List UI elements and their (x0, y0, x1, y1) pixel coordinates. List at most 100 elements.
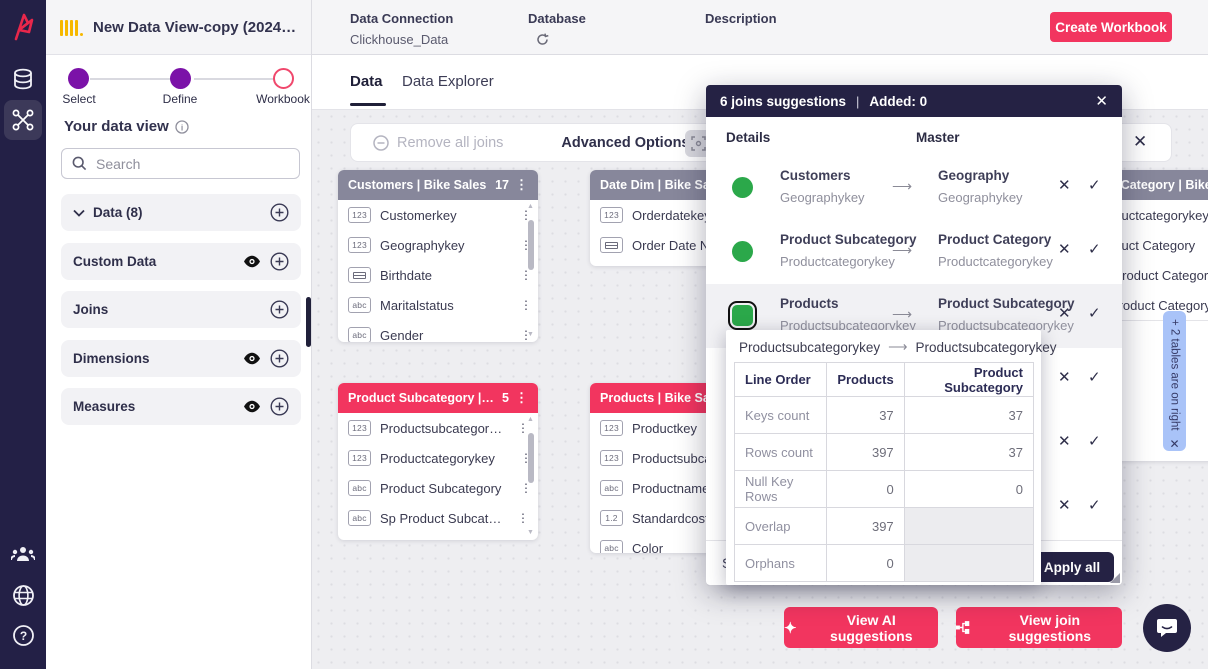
tables-overflow-tag[interactable]: + 2 tables are on right ✕ (1163, 311, 1186, 451)
number-type-icon: 123 (600, 450, 623, 466)
panel-item-label: Joins (73, 302, 262, 317)
field-row[interactable]: abcFr Product Subcategory⋮ (338, 533, 538, 540)
accept-join-icon[interactable]: ✓ (1088, 240, 1101, 258)
refresh-icon[interactable] (536, 33, 549, 46)
table-card-customers[interactable]: Customers | Bike Sales 17 ⋮ 123Customerk… (338, 170, 538, 342)
accept-join-icon[interactable]: ✓ (1088, 176, 1101, 194)
field-row[interactable]: abcSp Product Subcategory⋮ (338, 503, 538, 533)
field-row[interactable]: abcMaritalstatus⋮ (338, 290, 538, 320)
toolbar-close-button[interactable]: ✕ (1133, 132, 1147, 152)
visibility-icon[interactable] (243, 255, 261, 268)
add-icon[interactable] (270, 397, 289, 416)
step-select-label: Select (62, 92, 95, 106)
chevron-down-icon (73, 209, 85, 217)
step-workbook-dot[interactable] (273, 68, 294, 89)
join-suggestion-row[interactable]: Customers Geographykey ⟶ Geography Geogr… (706, 156, 1122, 220)
number-type-icon: 123 (348, 207, 371, 223)
reject-join-icon[interactable]: ✕ (1058, 496, 1071, 514)
text-type-icon: abc (600, 480, 623, 496)
help-icon[interactable]: ? (0, 624, 46, 647)
card-scrollbar[interactable]: ▲▼ (524, 415, 537, 538)
scroll-down-icon[interactable]: ▼ (527, 528, 534, 538)
field-count: 17 (495, 178, 509, 192)
database-label: Database (528, 11, 586, 26)
field-row[interactable]: 123Geographykey⋮ (338, 230, 538, 260)
svg-text:?: ? (19, 629, 26, 643)
kebab-icon[interactable]: ⋮ (515, 177, 528, 193)
visibility-icon[interactable] (243, 352, 261, 365)
modal-resize-handle[interactable] (1110, 573, 1120, 583)
join-status-dot-focused[interactable] (732, 305, 753, 326)
panel-item-custom-data[interactable]: Custom Data (61, 243, 301, 280)
dataview-panel: New Data View-copy (2024… Select Define … (46, 0, 312, 669)
table-card-header[interactable]: Customers | Bike Sales 17 ⋮ (338, 170, 538, 200)
join-stats-tooltip: Productsubcategorykey ⟶ Productsubcatego… (726, 330, 1041, 585)
globe-icon[interactable] (0, 584, 46, 607)
table-card-product-subcategory[interactable]: Product Subcategory | Bike Sales 5 ⋮ 123… (338, 383, 538, 540)
field-row[interactable]: abcGender⋮ (338, 320, 538, 342)
field-row[interactable]: 123Productcategorykey⋮ (338, 443, 538, 473)
modal-header[interactable]: 6 joins suggestions | Added: 0 ✕ (706, 85, 1122, 117)
field-row[interactable]: Birthdate⋮ (338, 260, 538, 290)
scroll-up-icon[interactable]: ▲ (527, 415, 534, 425)
overflow-tag-close-icon[interactable]: ✕ (1169, 437, 1179, 451)
tab-underline (350, 103, 386, 106)
panel-item-data[interactable]: Data (8) (61, 194, 301, 231)
add-icon[interactable] (270, 349, 289, 368)
description-label: Description (705, 11, 777, 26)
scroll-thumb[interactable] (528, 433, 534, 483)
field-row[interactable]: 123Customerkey⋮ (338, 200, 538, 230)
tab-data[interactable]: Data (350, 73, 383, 90)
visibility-icon[interactable] (243, 400, 261, 413)
join-suggestion-row[interactable]: Product Subcategory Productcategorykey ⟶… (706, 220, 1122, 284)
panel-item-joins[interactable]: Joins (61, 291, 301, 328)
chat-bubble-button[interactable] (1143, 604, 1191, 652)
advanced-options-button[interactable]: Advanced Options ▾ (561, 135, 701, 151)
reject-join-icon[interactable]: ✕ (1058, 304, 1071, 322)
master-key: Productcategorykey (938, 254, 1053, 269)
table-card-header[interactable]: Product Subcategory | Bike Sales 5 ⋮ (338, 383, 538, 413)
add-icon[interactable] (270, 252, 289, 271)
create-workbook-button[interactable]: Create Workbook (1050, 12, 1172, 42)
accept-join-icon[interactable]: ✓ (1088, 432, 1101, 450)
scroll-up-icon[interactable]: ▲ (527, 202, 534, 212)
stats-row: Keys count 37 37 (735, 397, 1034, 434)
step-select-dot[interactable] (68, 68, 89, 89)
reject-join-icon[interactable]: ✕ (1058, 432, 1071, 450)
reject-join-icon[interactable]: ✕ (1058, 176, 1071, 194)
panel-item-label: Custom Data (73, 254, 235, 269)
chat-icon (1156, 618, 1178, 638)
accept-join-icon[interactable]: ✓ (1088, 496, 1101, 514)
data-sources-icon[interactable] (0, 68, 46, 92)
panel-item-measures[interactable]: Measures (61, 388, 301, 425)
add-icon[interactable] (270, 300, 289, 319)
reject-join-icon[interactable]: ✕ (1058, 240, 1071, 258)
view-join-suggestions-button[interactable]: View join suggestions (956, 607, 1122, 648)
card-scrollbar[interactable]: ▲▼ (524, 202, 537, 340)
users-icon[interactable] (0, 545, 46, 563)
search-box[interactable] (61, 148, 300, 179)
panel-item-dimensions[interactable]: Dimensions (61, 340, 301, 377)
field-row[interactable]: 123Productsubcategorykey⋮ (338, 413, 538, 443)
apply-all-button[interactable]: Apply all (1030, 552, 1114, 582)
reject-join-icon[interactable]: ✕ (1058, 368, 1071, 386)
accept-join-icon[interactable]: ✓ (1088, 368, 1101, 386)
add-icon[interactable] (270, 203, 289, 222)
calendar-icon (348, 267, 371, 283)
view-ai-suggestions-button[interactable]: ✦ View AI suggestions (784, 607, 938, 648)
search-input[interactable] (96, 156, 266, 172)
field-row[interactable]: abcProduct Subcategory⋮ (338, 473, 538, 503)
modal-close-icon[interactable]: ✕ (1095, 92, 1108, 110)
app-logo-icon[interactable] (0, 12, 46, 42)
scroll-thumb[interactable] (528, 220, 534, 270)
scroll-down-icon[interactable]: ▼ (527, 330, 534, 340)
kebab-icon[interactable]: ⋮ (515, 390, 528, 406)
step-define-dot[interactable] (170, 68, 191, 89)
remove-all-joins-button[interactable]: Remove all joins (373, 135, 503, 151)
panel-scrollbar-thumb[interactable] (306, 297, 311, 347)
number-type-icon: 123 (348, 450, 371, 466)
info-icon[interactable]: i (175, 120, 189, 134)
data-view-nav-active[interactable] (4, 100, 42, 140)
tab-data-explorer[interactable]: Data Explorer (402, 73, 494, 90)
accept-join-icon[interactable]: ✓ (1088, 304, 1101, 322)
